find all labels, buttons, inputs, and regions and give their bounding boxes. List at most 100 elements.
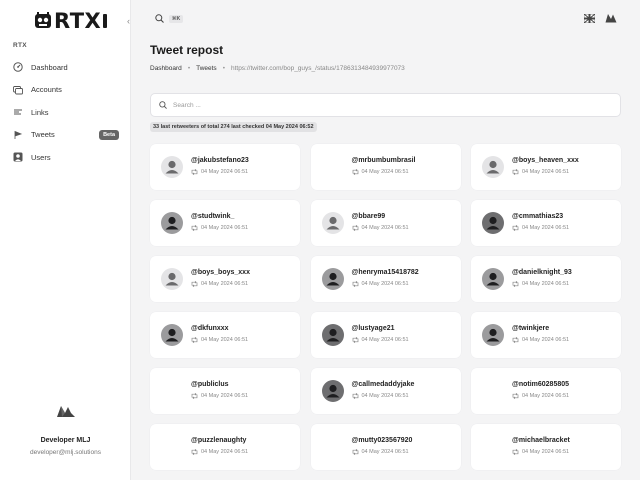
- retweeter-username[interactable]: @bbare99: [352, 213, 386, 220]
- retweeter-username[interactable]: @puzzlenaughty: [191, 437, 246, 444]
- retweeters-grid: @jakubstefano23 04 May 2024 06:51 @mrbum…: [150, 144, 621, 470]
- retweeter-card[interactable]: @boys_heaven_xxx 04 May 2024 06:51: [471, 144, 621, 190]
- retweeter-card[interactable]: @boys_boys_xxx 04 May 2024 06:51: [150, 256, 300, 302]
- user-silhouette-icon: [326, 384, 339, 398]
- retweeter-card[interactable]: @bbare99 04 May 2024 06:51: [310, 200, 461, 246]
- retweet-date: 04 May 2024 06:51: [201, 225, 249, 231]
- retweeter-card[interactable]: @callmedaddyjake 04 May 2024 06:51: [310, 368, 461, 414]
- uk-flag-icon[interactable]: [584, 14, 595, 23]
- user-profile[interactable]: Developer MLJ developer@mlj.solutions: [0, 404, 131, 456]
- search-input[interactable]: [173, 101, 573, 109]
- retweeter-username[interactable]: @henryma15418782: [352, 269, 419, 276]
- sidebar-section-label: RTX: [13, 42, 27, 49]
- retweeter-card[interactable]: @dkfunxxx 04 May 2024 06:51: [150, 312, 300, 358]
- retweet-date: 04 May 2024 06:51: [361, 393, 409, 399]
- breadcrumb-dashboard[interactable]: Dashboard: [150, 65, 182, 72]
- retweeter-username[interactable]: @jakubstefano23: [191, 157, 249, 164]
- retweeter-username[interactable]: @dkfunxxx: [191, 325, 229, 332]
- global-search-button[interactable]: ⌘K: [155, 14, 184, 23]
- page-title: Tweet repost: [150, 43, 224, 57]
- sidebar-item-label: Links: [31, 107, 49, 117]
- retweet-meta: 04 May 2024 06:51: [512, 281, 569, 287]
- profile-email: developer@mlj.solutions: [30, 449, 101, 456]
- retweeter-username[interactable]: @mrbumbumbrasil: [352, 157, 416, 164]
- avatar: [482, 268, 504, 290]
- retweet-icon: [512, 393, 519, 399]
- retweeter-card[interactable]: @jakubstefano23 04 May 2024 06:51: [150, 144, 300, 190]
- topbar: ⌘K: [131, 0, 640, 37]
- retweet-meta: 04 May 2024 06:51: [352, 393, 409, 399]
- retweet-icon: [352, 393, 358, 399]
- profile-name: Developer MLJ: [40, 437, 91, 444]
- retweet-date: 04 May 2024 06:51: [522, 225, 570, 231]
- breadcrumb-tweets[interactable]: Tweets: [196, 65, 217, 72]
- retweeter-username[interactable]: @boys_boys_xxx: [191, 269, 250, 276]
- retweeter-card[interactable]: @michaelbracket 04 May 2024 06:51: [471, 424, 621, 470]
- retweeter-username[interactable]: @danielknight_93: [512, 269, 572, 276]
- retweet-date: 04 May 2024 06:51: [361, 281, 409, 287]
- retweeter-username[interactable]: @studtwink_: [191, 213, 234, 220]
- sidebar-item-users[interactable]: Users: [0, 146, 131, 169]
- retweeter-username[interactable]: @notim60285805: [512, 381, 569, 388]
- retweeter-username[interactable]: @mutty023567920: [352, 437, 413, 444]
- retweeter-card[interactable]: @puzzlenaughty 04 May 2024 06:51: [150, 424, 300, 470]
- search-box: [150, 93, 621, 117]
- links-icon: [13, 107, 23, 117]
- retweet-meta: 04 May 2024 06:51: [352, 281, 409, 287]
- user-silhouette-icon: [326, 216, 339, 230]
- collapse-sidebar-icon[interactable]: ‹: [127, 16, 130, 26]
- retweeter-card[interactable]: @mrbumbumbrasil 04 May 2024 06:51: [310, 144, 461, 190]
- retweeter-username[interactable]: @callmedaddyjake: [352, 381, 415, 388]
- retweet-icon: [352, 281, 358, 287]
- retweet-date: 04 May 2024 06:51: [522, 449, 570, 455]
- retweeter-card[interactable]: @publiclus 04 May 2024 06:51: [150, 368, 300, 414]
- retweet-icon: [512, 169, 519, 175]
- users-icon: [13, 152, 23, 162]
- retweeter-card[interactable]: @lustyage21 04 May 2024 06:51: [310, 312, 461, 358]
- retweet-meta: 04 May 2024 06:51: [191, 393, 248, 399]
- retweet-date: 04 May 2024 06:51: [361, 169, 409, 175]
- sidebar-item-label: Accounts: [31, 85, 62, 95]
- tweets-icon: [13, 130, 23, 140]
- logo-text: RTX: [54, 9, 102, 33]
- retweeter-username[interactable]: @publiclus: [191, 381, 229, 388]
- avatar: [321, 324, 344, 346]
- mlj-avatar-icon[interactable]: [605, 13, 617, 23]
- sidebar-item-tweets[interactable]: Tweets Beta: [0, 124, 131, 147]
- retweet-meta: 04 May 2024 06:51: [352, 337, 409, 343]
- sidebar: RTX ‹ RTX Dashboard Accounts Links Tweet…: [0, 0, 131, 480]
- user-silhouette-icon: [486, 328, 500, 342]
- retweeter-card[interactable]: @notim60285805 04 May 2024 06:51: [471, 368, 621, 414]
- sidebar-item-dashboard[interactable]: Dashboard: [0, 56, 131, 79]
- retweeter-username[interactable]: @cmmathias23: [512, 213, 563, 220]
- sidebar-item-accounts[interactable]: Accounts: [0, 79, 131, 102]
- gauge-icon: [13, 62, 23, 72]
- retweet-date: 04 May 2024 06:51: [522, 169, 570, 175]
- app-logo[interactable]: RTX: [34, 9, 108, 33]
- retweeter-card[interactable]: @mutty023567920 04 May 2024 06:51: [310, 424, 461, 470]
- retweeter-card[interactable]: @cmmathias23 04 May 2024 06:51: [471, 200, 621, 246]
- retweet-meta: 04 May 2024 06:51: [512, 449, 569, 455]
- sidebar-item-label: Dashboard: [31, 62, 68, 72]
- retweet-icon: [512, 281, 519, 287]
- retweeter-card[interactable]: @studtwink_ 04 May 2024 06:51: [150, 200, 300, 246]
- avatar: [161, 156, 183, 178]
- user-silhouette-icon: [165, 160, 179, 174]
- avatar: [321, 268, 344, 290]
- retweeter-card[interactable]: @twinkjere 04 May 2024 06:51: [471, 312, 621, 358]
- retweet-icon: [191, 281, 198, 287]
- retweeter-username[interactable]: @michaelbracket: [512, 437, 570, 444]
- sidebar-item-links[interactable]: Links: [0, 101, 131, 124]
- breadcrumb-separator: •: [222, 65, 225, 72]
- retweeter-username[interactable]: @twinkjere: [512, 325, 549, 332]
- user-silhouette-icon: [165, 328, 179, 342]
- retweet-icon: [191, 169, 198, 175]
- retweeter-username[interactable]: @boys_heaven_xxx: [512, 157, 579, 164]
- retweeter-card[interactable]: @danielknight_93 04 May 2024 06:51: [471, 256, 621, 302]
- retweet-icon: [191, 337, 198, 343]
- retweeter-card[interactable]: @henryma15418782 04 May 2024 06:51: [310, 256, 461, 302]
- retweet-date: 04 May 2024 06:51: [201, 449, 249, 455]
- retweet-date: 04 May 2024 06:51: [361, 449, 409, 455]
- retweeter-username[interactable]: @lustyage21: [352, 325, 395, 332]
- search-icon: [155, 14, 164, 23]
